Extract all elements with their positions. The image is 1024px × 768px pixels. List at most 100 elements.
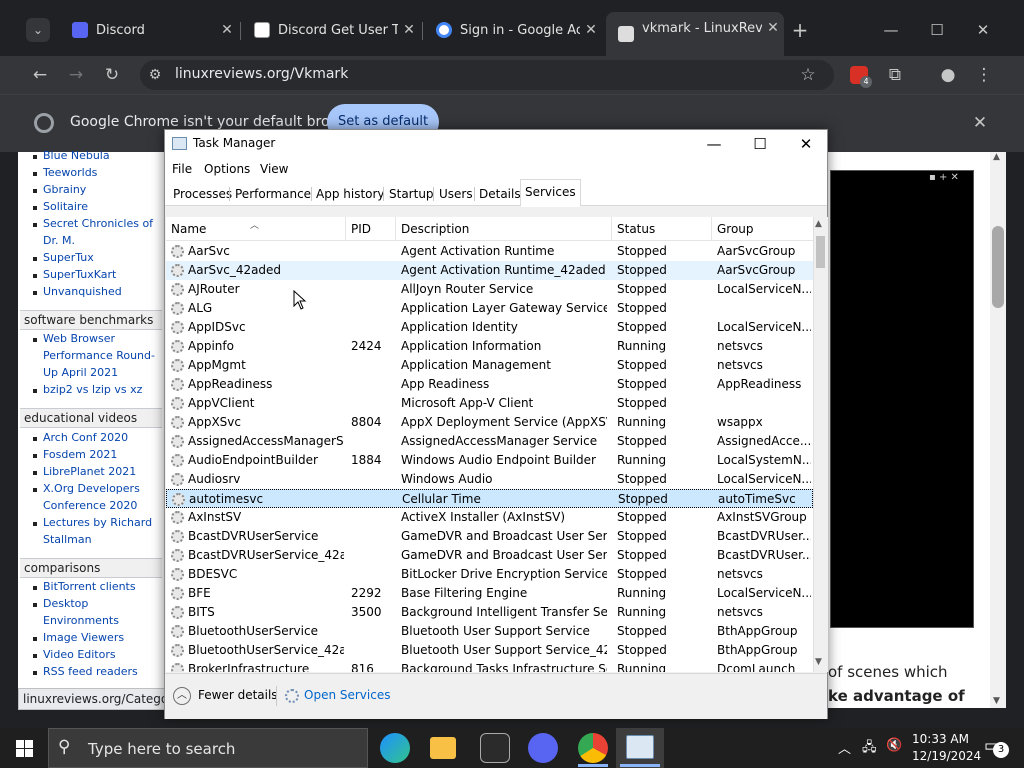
tab-search-button[interactable]: ⌄: [26, 18, 50, 42]
browser-tab[interactable]: Discord Get User Tok ✕: [242, 14, 420, 46]
chrome-icon[interactable]: [578, 733, 608, 763]
sidebar-link[interactable]: Up April 2021: [43, 364, 163, 381]
sidebar-link[interactable]: Web Browser: [43, 330, 163, 347]
security-shield-icon[interactable]: [480, 733, 510, 763]
sidebar-link[interactable]: RSS feed readers: [43, 663, 163, 680]
tab-app-history[interactable]: App history: [312, 182, 389, 206]
table-row[interactable]: BDESVC BitLocker Drive Encryption Service…: [166, 565, 813, 584]
scroll-down-icon[interactable]: ▼: [815, 657, 822, 667]
fewer-details-button[interactable]: Fewer details: [198, 688, 278, 702]
forward-icon[interactable]: →: [64, 63, 88, 87]
table-scrollbar-thumb[interactable]: [816, 236, 825, 268]
table-row[interactable]: AarSvc Agent Activation Runtime Stopped Aar…: [166, 242, 813, 261]
browser-tab-active[interactable]: vkmark - LinuxRevie ✕: [606, 12, 784, 56]
table-row[interactable]: AppReadiness App Readiness Stopped AppReadi…: [166, 375, 813, 394]
sidebar-link[interactable]: Environments: [43, 612, 163, 629]
tab-details[interactable]: Details: [475, 182, 525, 206]
chevron-up-icon[interactable]: ︿: [838, 738, 851, 757]
new-tab-button[interactable]: +: [788, 18, 812, 42]
sidebar-link[interactable]: Gbrainy: [43, 181, 163, 198]
column-header-description[interactable]: Description: [396, 217, 612, 241]
tab-processes[interactable]: Processes: [169, 182, 236, 206]
clock-time[interactable]: 10:33 AM: [912, 732, 969, 746]
table-row[interactable]: AppVClient Microsoft App-V Client Stopped: [166, 394, 813, 413]
close-tab-icon[interactable]: ✕: [398, 22, 420, 38]
table-scrollbar[interactable]: [813, 217, 828, 672]
table-row[interactable]: Audiosrv Windows Audio Stopped LocalService…: [166, 470, 813, 489]
minimize-icon[interactable]: —: [691, 130, 737, 158]
sidebar-link[interactable]: Image Viewers: [43, 629, 163, 646]
network-icon[interactable]: 🖧: [862, 738, 877, 760]
tab-startup[interactable]: Startup: [385, 182, 438, 206]
close-window-icon[interactable]: ✕: [968, 18, 998, 42]
menu-view[interactable]: View: [260, 162, 288, 176]
table-row[interactable]: AxInstSV ActiveX Installer (AxInstSV) Stop…: [166, 508, 813, 527]
sidebar-link[interactable]: Stallman: [43, 531, 163, 548]
maximize-icon[interactable]: ☐: [922, 18, 952, 42]
video-player[interactable]: [830, 170, 974, 628]
menu-options[interactable]: Options: [204, 162, 250, 176]
table-row[interactable]: AssignedAccessManagerSvc AssignedAccessMa…: [166, 432, 813, 451]
sidebar-link[interactable]: Blue Nebula: [43, 147, 163, 164]
reload-icon[interactable]: ↻: [100, 63, 124, 87]
url-text[interactable]: linuxreviews.org/Vkmark: [175, 64, 348, 84]
start-button[interactable]: [0, 728, 48, 768]
table-row[interactable]: AppXSvc 8804 AppX Deployment Service (AppX…: [166, 413, 813, 432]
menu-file[interactable]: File: [172, 162, 192, 176]
table-row[interactable]: AudioEndpointBuilder 1884 Windows Audio En…: [166, 451, 813, 470]
tab-services[interactable]: Services: [520, 179, 581, 207]
profile-avatar-icon[interactable]: ●: [936, 63, 960, 87]
sidebar-link[interactable]: Conference 2020: [43, 497, 163, 514]
sidebar-link[interactable]: SuperTuxKart: [43, 266, 163, 283]
chevron-up-icon[interactable]: ︿: [173, 687, 191, 705]
minimize-icon[interactable]: —: [876, 18, 906, 42]
volume-muted-icon[interactable]: 🔇: [886, 738, 902, 753]
edge-icon[interactable]: [380, 733, 410, 763]
sidebar-link[interactable]: Teeworlds: [43, 164, 163, 181]
page-scrollbar-thumb[interactable]: [992, 226, 1004, 308]
table-row[interactable]: BrokerInfrastructure 816 Background Tasks …: [166, 660, 813, 672]
back-icon[interactable]: ←: [28, 63, 52, 87]
browser-tab[interactable]: Discord ✕: [60, 14, 238, 46]
clock-date[interactable]: 12/19/2024: [912, 749, 981, 763]
close-tab-icon[interactable]: ✕: [762, 20, 784, 48]
table-row[interactable]: AppIDSvc Application Identity Stopped Local…: [166, 318, 813, 337]
sidebar-link[interactable]: BitTorrent clients: [43, 578, 163, 595]
bookmark-star-icon[interactable]: ☆: [796, 63, 820, 87]
title-bar[interactable]: Task Manager — ☐ ✕: [165, 130, 827, 158]
discord-icon[interactable]: [528, 733, 558, 763]
sidebar-link[interactable]: Arch Conf 2020: [43, 429, 163, 446]
maximize-icon[interactable]: ☐: [737, 130, 783, 158]
scroll-down-icon[interactable]: ▼: [993, 696, 1000, 706]
column-header-name[interactable]: Name ︿: [166, 217, 346, 241]
sidebar-link[interactable]: Fosdem 2021: [43, 446, 163, 463]
file-explorer-icon[interactable]: [430, 737, 456, 759]
sidebar-link[interactable]: Performance Round-: [43, 347, 163, 364]
sidebar-link[interactable]: Lectures by Richard: [43, 514, 163, 531]
sidebar-link[interactable]: Solitaire: [43, 198, 163, 215]
column-header-status[interactable]: Status: [612, 217, 712, 241]
column-header-group[interactable]: Group: [712, 217, 813, 241]
sidebar-link[interactable]: Dr. M.: [43, 232, 163, 249]
table-row[interactable]: AarSvc_42aded Agent Activation Runtime_42…: [166, 261, 813, 280]
table-row[interactable]: ALG Application Layer Gateway Service Stop…: [166, 299, 813, 318]
table-row[interactable]: AppMgmt Application Management Stopped nets…: [166, 356, 813, 375]
sidebar-link[interactable]: Video Editors: [43, 646, 163, 663]
table-row[interactable]: Appinfo 2424 Application Information Runnin…: [166, 337, 813, 356]
close-tab-icon[interactable]: ✕: [216, 22, 238, 38]
close-icon[interactable]: ✕: [783, 130, 829, 158]
close-tab-icon[interactable]: ✕: [580, 22, 602, 38]
table-row[interactable]: BFE 2292 Base Filtering Engine Running Local…: [166, 584, 813, 603]
scroll-up-icon[interactable]: ▲: [815, 219, 822, 229]
infobar-close-icon[interactable]: ✕: [968, 111, 992, 135]
tab-performance[interactable]: Performance: [231, 182, 315, 206]
scroll-up-icon[interactable]: ▲: [993, 152, 1000, 162]
table-row[interactable]: BITS 3500 Background Intelligent Transfer …: [166, 603, 813, 622]
open-services-link[interactable]: Open Services: [304, 688, 390, 702]
extensions-puzzle-icon[interactable]: ⧉: [883, 63, 907, 87]
sidebar-link[interactable]: Unvanquished: [43, 283, 163, 300]
table-row[interactable]: autotimesvc Cellular Time Stopped autoTimeS…: [166, 489, 813, 508]
column-header-pid[interactable]: PID: [346, 217, 396, 241]
sidebar-link[interactable]: SuperTux: [43, 249, 163, 266]
sidebar-link[interactable]: LibrePlanet 2021: [43, 463, 163, 480]
